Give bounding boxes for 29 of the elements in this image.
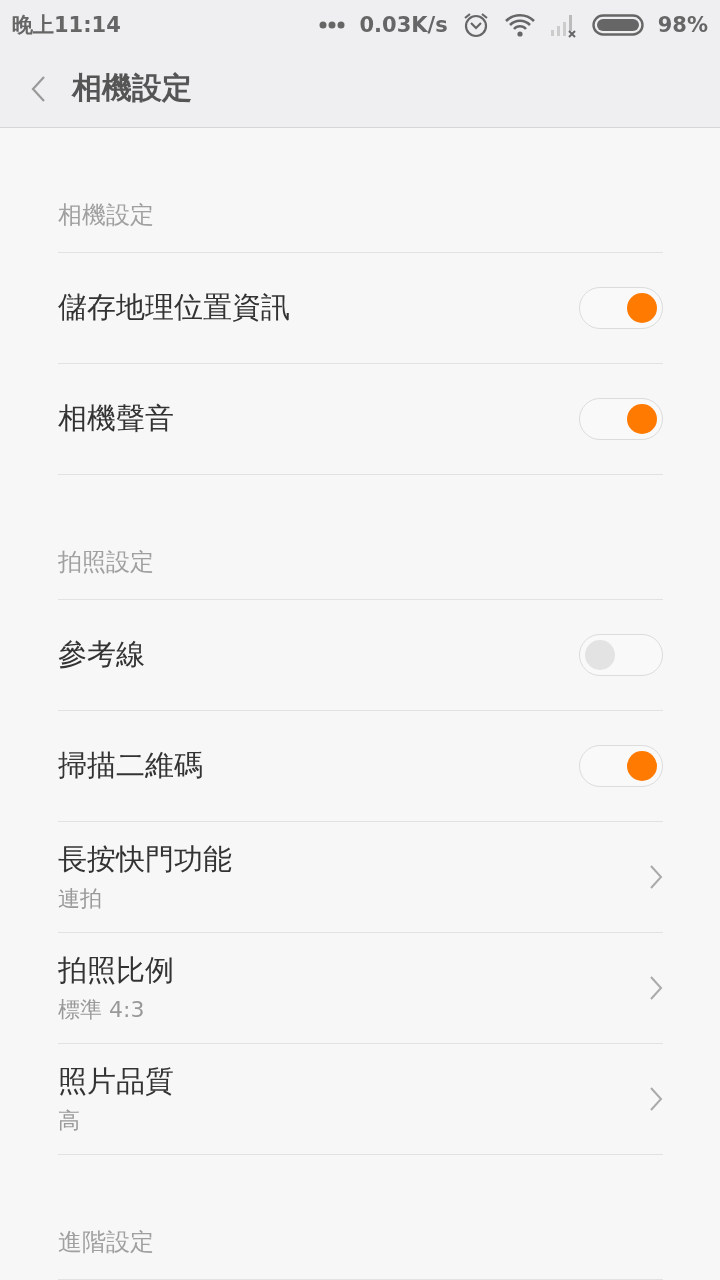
section-header: 相機設定 — [58, 201, 154, 229]
battery-percentage: 98% — [657, 13, 708, 37]
clock-time: 晚上11:14 — [12, 12, 121, 39]
toggle-switch[interactable] — [579, 398, 663, 440]
setting-label: 拍照比例 — [58, 952, 175, 989]
setting-label: 照片品質 — [58, 1063, 175, 1100]
page-title: 相機設定 — [72, 69, 192, 107]
section-header: 進階設定 — [58, 1228, 154, 1256]
setting-value: 標準 4:3 — [58, 996, 146, 1024]
setting-label: 長按快門功能 — [58, 841, 233, 878]
battery-icon — [591, 14, 644, 36]
chevron-right-icon[interactable] — [649, 1086, 663, 1112]
setting-label: 相機聲音 — [58, 400, 175, 437]
wifi-icon — [503, 12, 536, 38]
setting-value: 高 — [58, 1107, 81, 1135]
setting-label: 掃描二維碼 — [58, 747, 204, 784]
setting-label: 儲存地理位置資訊 — [58, 289, 291, 326]
chevron-right-icon[interactable] — [649, 975, 663, 1001]
back-icon[interactable] — [30, 74, 46, 103]
toggle-switch[interactable] — [579, 745, 663, 787]
setting-value: 連拍 — [58, 885, 103, 913]
network-speed: 0.03K/s — [359, 13, 448, 37]
chevron-right-icon[interactable] — [649, 864, 663, 890]
toggle-switch[interactable] — [579, 287, 663, 329]
more-notifications-icon — [319, 21, 346, 29]
section-header: 拍照設定 — [58, 548, 154, 576]
toggle-switch[interactable] — [579, 634, 663, 676]
no-signal-icon — [549, 12, 578, 38]
setting-label: 參考線 — [58, 636, 146, 673]
